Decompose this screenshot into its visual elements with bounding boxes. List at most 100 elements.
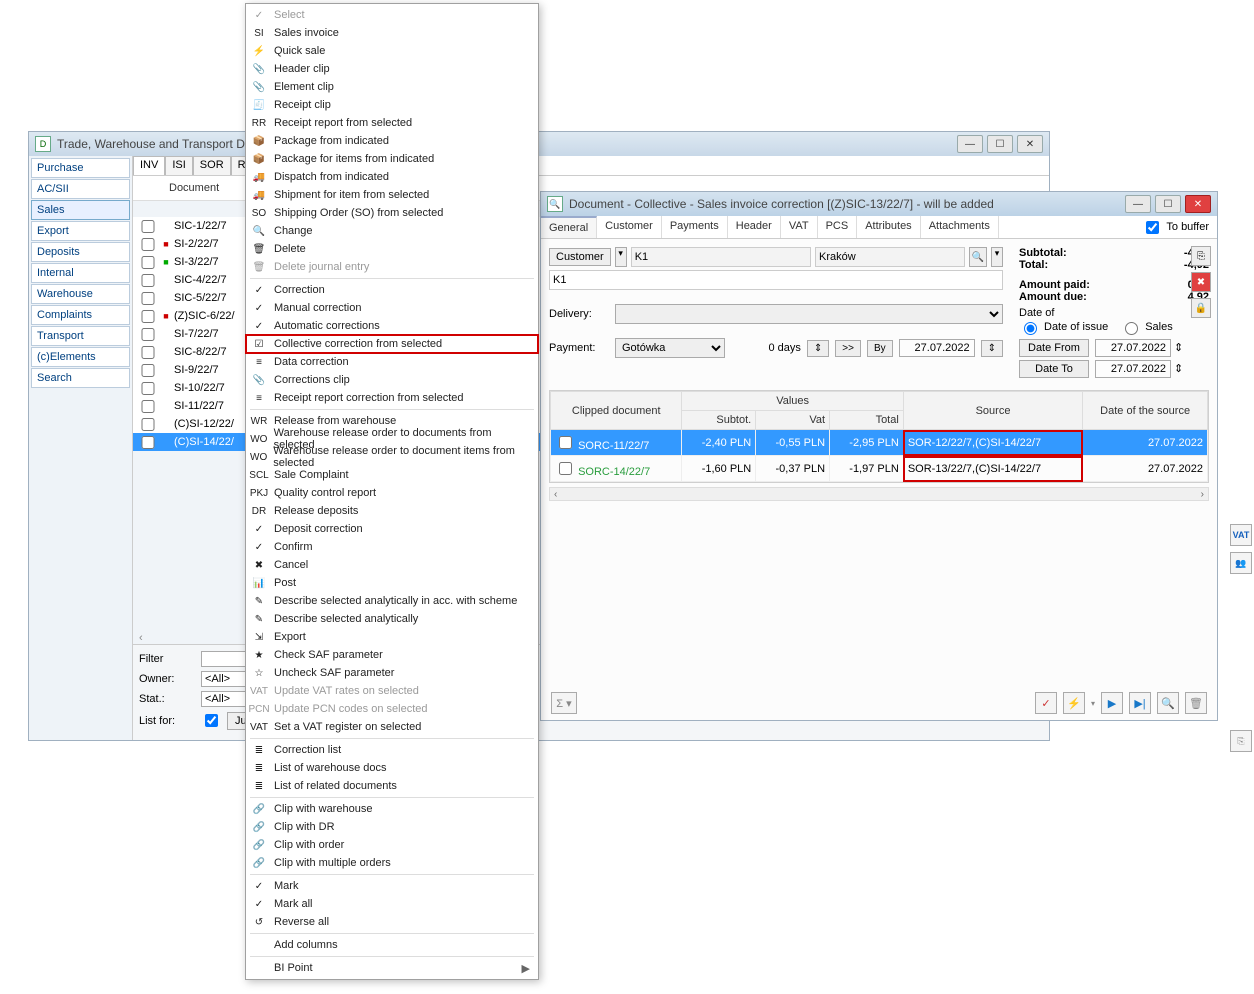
row-checkbox[interactable] [559, 436, 572, 449]
menu-item[interactable]: ✓Correction [246, 281, 538, 299]
date-to-field[interactable]: 27.07.2022 [1095, 360, 1171, 378]
tab[interactable]: SOR [193, 156, 231, 175]
date-to-button[interactable]: Date To [1019, 360, 1089, 378]
next-button[interactable]: >> [835, 340, 861, 357]
sum-button[interactable]: Σ ▾ [551, 692, 577, 714]
row-checkbox[interactable] [141, 328, 155, 341]
menu-item[interactable]: 📊Post [246, 574, 538, 592]
customer-line2-input[interactable] [549, 270, 1003, 290]
extra-icon[interactable]: ⎘ [1230, 730, 1252, 752]
tab[interactable]: PCS [818, 216, 858, 238]
sidebar-item[interactable]: Export [31, 221, 130, 241]
menu-item[interactable]: ✖Cancel [246, 556, 538, 574]
sidebar-item[interactable]: Sales [31, 200, 130, 220]
sidebar-item[interactable]: (c)Elements [31, 347, 130, 367]
menu-item[interactable]: 🗑Delete [246, 240, 538, 258]
maximize-button[interactable]: ☐ [987, 135, 1013, 153]
payment-method-select[interactable]: Gotówka [615, 338, 725, 358]
menu-item[interactable]: ↺Reverse all [246, 913, 538, 931]
menu-item[interactable]: 📎Corrections clip [246, 371, 538, 389]
tab[interactable]: General [541, 216, 597, 238]
row-checkbox[interactable] [141, 220, 155, 233]
tool-lock-icon[interactable]: 🔒 [1191, 298, 1211, 318]
sidebar-item[interactable]: Transport [31, 326, 130, 346]
menu-item[interactable]: DRRelease deposits [246, 502, 538, 520]
tool-cancel-icon[interactable]: ✖ [1191, 272, 1211, 292]
city-input[interactable] [815, 247, 965, 267]
search-icon[interactable]: 🔍 [969, 247, 987, 267]
tab[interactable]: INV [133, 156, 165, 175]
menu-item[interactable]: ≣Correction list [246, 741, 538, 759]
menu-item[interactable]: ✎Describe selected analytically [246, 610, 538, 628]
minimize-button[interactable]: — [1125, 195, 1151, 213]
menu-item[interactable]: 🧾Receipt clip [246, 96, 538, 114]
sidebar-item[interactable]: Purchase [31, 158, 130, 178]
menu-item[interactable]: ✓Manual correction [246, 299, 538, 317]
row-checkbox[interactable] [141, 436, 155, 449]
row-checkbox[interactable] [141, 292, 155, 305]
row-checkbox[interactable] [141, 310, 155, 323]
menu-item[interactable]: RRReceipt report from selected [246, 114, 538, 132]
close-button[interactable]: ✕ [1185, 195, 1211, 213]
row-checkbox[interactable] [141, 382, 155, 395]
date-from-button[interactable]: Date From [1019, 339, 1089, 357]
tab[interactable]: Attachments [921, 216, 999, 238]
menu-item[interactable]: Add columns [246, 936, 538, 954]
row-checkbox[interactable] [141, 400, 155, 413]
horizontal-scrollbar[interactable]: ‹› [549, 487, 1209, 501]
menu-item[interactable]: ≣List of warehouse docs [246, 759, 538, 777]
run-icon[interactable]: ▶ [1101, 692, 1123, 714]
table-row[interactable]: SORC-14/22/7 -1,60 PLN -0,37 PLN -1,97 P… [551, 456, 1208, 482]
menu-item[interactable]: 🚚Shipment for item from selected [246, 186, 538, 204]
menu-item[interactable]: 🚚Dispatch from indicated [246, 168, 538, 186]
tab[interactable]: Attributes [857, 216, 920, 238]
run2-icon[interactable]: ▶| [1129, 692, 1151, 714]
sidebar-item[interactable]: Deposits [31, 242, 130, 262]
menu-item[interactable]: ✓Deposit correction [246, 520, 538, 538]
delete-icon[interactable]: 🗑 [1185, 692, 1207, 714]
row-checkbox[interactable] [141, 274, 155, 287]
maximize-button[interactable]: ☐ [1155, 195, 1181, 213]
menu-item[interactable]: ≡Data correction [246, 353, 538, 371]
tab[interactable]: Payments [662, 216, 728, 238]
confirm-icon[interactable]: ✓ [1035, 692, 1057, 714]
customer-input[interactable] [631, 247, 811, 267]
menu-item[interactable]: ⚡Quick sale [246, 42, 538, 60]
tab[interactable]: ISI [165, 156, 192, 175]
people-icon[interactable]: 👥 [1230, 552, 1252, 574]
menu-item[interactable]: 📦Package from indicated [246, 132, 538, 150]
table-row[interactable]: SORC-11/22/7 -2,40 PLN -0,55 PLN -2,95 P… [551, 430, 1208, 456]
tab[interactable]: VAT [781, 216, 818, 238]
sidebar-item[interactable]: Complaints [31, 305, 130, 325]
menu-item[interactable]: VATSet a VAT register on selected [246, 718, 538, 736]
sidebar-item[interactable]: Internal [31, 263, 130, 283]
menu-item[interactable]: BI Point▶ [246, 959, 538, 977]
menu-item[interactable]: 📎Header clip [246, 60, 538, 78]
menu-item[interactable]: ✓Confirm [246, 538, 538, 556]
row-checkbox[interactable] [141, 418, 155, 431]
sidebar-item[interactable]: Search [31, 368, 130, 388]
days-spinner[interactable]: ⇕ [807, 340, 829, 357]
menu-item[interactable]: 🔗Clip with DR [246, 818, 538, 836]
menu-item[interactable]: ✎Describe selected analytically in acc. … [246, 592, 538, 610]
customer-button[interactable]: Customer [549, 248, 611, 266]
menu-item[interactable]: 📦Package for items from indicated [246, 150, 538, 168]
to-buffer-checkbox[interactable] [1146, 221, 1159, 234]
row-checkbox[interactable] [141, 346, 155, 359]
tool-icon[interactable]: ⎘ [1191, 246, 1211, 266]
menu-item[interactable]: ✓Mark all [246, 895, 538, 913]
menu-item[interactable]: SISales invoice [246, 24, 538, 42]
payment-date[interactable]: 27.07.2022 [899, 339, 975, 357]
delivery-select[interactable] [615, 304, 1003, 324]
action-icon[interactable]: ⚡ [1063, 692, 1085, 714]
by-button[interactable]: By [867, 340, 893, 357]
month-checkbox[interactable] [205, 714, 218, 727]
menu-item[interactable]: ★Check SAF parameter [246, 646, 538, 664]
menu-item[interactable]: ✓Automatic corrections [246, 317, 538, 335]
vat-icon[interactable]: VAT [1230, 524, 1252, 546]
to-buffer-check[interactable]: To buffer [1142, 216, 1217, 238]
menu-item[interactable]: PKJQuality control report [246, 484, 538, 502]
menu-item[interactable]: ≣List of related documents [246, 777, 538, 795]
find-icon[interactable]: 🔍 [1157, 692, 1179, 714]
date-spinner[interactable]: ⇕ [981, 340, 1003, 357]
